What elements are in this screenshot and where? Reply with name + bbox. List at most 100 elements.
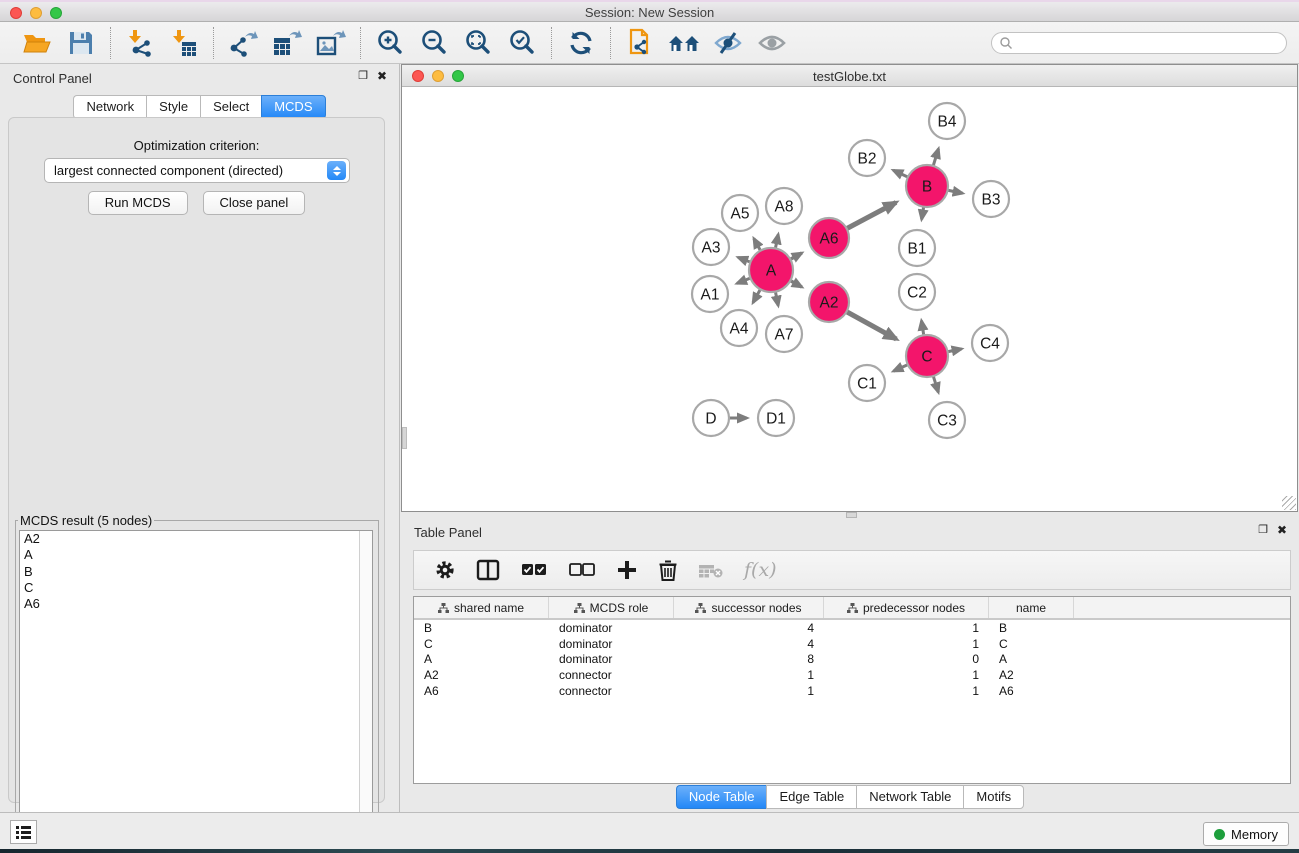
table-cell[interactable]: 4: [674, 621, 824, 635]
table-cell[interactable]: connector: [549, 668, 674, 682]
graph-node-A[interactable]: A: [749, 248, 793, 292]
table-header-row[interactable]: shared nameMCDS rolesuccessor nodesprede…: [414, 597, 1290, 620]
graph-node-A5[interactable]: A5: [722, 195, 758, 231]
zoom-out-button[interactable]: [415, 26, 453, 60]
table-row[interactable]: A6connector11A6: [414, 683, 1290, 699]
memory-button[interactable]: Memory: [1203, 822, 1289, 846]
table-cell[interactable]: dominator: [549, 652, 674, 666]
tab-style[interactable]: Style: [146, 95, 200, 119]
table-row[interactable]: Bdominator41B: [414, 620, 1290, 636]
column-header-successor-nodes[interactable]: successor nodes: [674, 597, 824, 618]
table-cell[interactable]: dominator: [549, 621, 674, 635]
network-canvas-area[interactable]: B4B2BB3A5A8A6B1A3AA1C2A2A4A7C4CC1DD1C3: [402, 87, 1297, 511]
table-cell[interactable]: 1: [824, 684, 989, 698]
function-builder-icon[interactable]: f(x): [744, 559, 777, 581]
table-cell[interactable]: C: [414, 637, 549, 651]
graph-node-D[interactable]: D: [693, 400, 729, 436]
close-panel-button[interactable]: Close panel: [203, 191, 306, 215]
table-cell[interactable]: C: [989, 637, 1074, 651]
network-left-scroll-handle[interactable]: [402, 427, 407, 449]
search-input[interactable]: [1013, 36, 1286, 50]
open-session-button[interactable]: [18, 26, 56, 60]
show-details-button[interactable]: [753, 26, 791, 60]
gear-icon[interactable]: [434, 559, 456, 581]
mcds-result-item[interactable]: A2: [20, 531, 372, 547]
table-close-panel-icon[interactable]: ✖: [1277, 524, 1287, 536]
network-resize-grip[interactable]: [1282, 496, 1296, 510]
tab-edge-table[interactable]: Edge Table: [766, 785, 856, 809]
graph-node-A2[interactable]: A2: [809, 282, 849, 322]
mcds-result-list[interactable]: A2ABCA6: [19, 530, 373, 848]
graph-node-B4[interactable]: B4: [929, 103, 965, 139]
tab-network[interactable]: Network: [73, 95, 146, 119]
mcds-list-scrollbar[interactable]: [359, 531, 372, 847]
hide-details-button[interactable]: [709, 26, 747, 60]
zoom-selected-button[interactable]: [503, 26, 541, 60]
export-table-button[interactable]: [268, 26, 306, 60]
import-network-button[interactable]: [121, 26, 159, 60]
table-cell[interactable]: 1: [824, 621, 989, 635]
first-neighbors-button[interactable]: [665, 26, 703, 60]
graph-node-A7[interactable]: A7: [766, 316, 802, 352]
graph-node-A4[interactable]: A4: [721, 310, 757, 346]
mcds-result-item[interactable]: A: [20, 547, 372, 563]
column-header-MCDS-role[interactable]: MCDS role: [549, 597, 674, 618]
column-header-name[interactable]: name: [989, 597, 1074, 618]
table-cell[interactable]: 8: [674, 652, 824, 666]
graph-node-D1[interactable]: D1: [758, 400, 794, 436]
delete-table-icon[interactable]: [698, 560, 724, 580]
task-history-button[interactable]: [10, 820, 37, 844]
tab-mcds[interactable]: MCDS: [261, 95, 325, 119]
table-cell[interactable]: A: [989, 652, 1074, 666]
float-panel-icon[interactable]: ❐: [358, 71, 368, 82]
table-cell[interactable]: 4: [674, 637, 824, 651]
table-cell[interactable]: 1: [674, 684, 824, 698]
table-cell[interactable]: A: [414, 652, 549, 666]
table-cell[interactable]: A2: [989, 668, 1074, 682]
graph-node-C2[interactable]: C2: [899, 274, 935, 310]
export-network-button[interactable]: [224, 26, 262, 60]
close-panel-icon[interactable]: ✖: [377, 70, 387, 82]
optimization-criterion-select[interactable]: largest connected component (directed): [44, 158, 350, 183]
select-all-icon[interactable]: [520, 560, 548, 580]
tab-network-table[interactable]: Network Table: [856, 785, 963, 809]
table-cell[interactable]: 1: [824, 668, 989, 682]
table-cell[interactable]: A2: [414, 668, 549, 682]
table-cell[interactable]: B: [414, 621, 549, 635]
graph-node-C3[interactable]: C3: [929, 402, 965, 438]
tab-node-table[interactable]: Node Table: [676, 785, 767, 809]
columns-icon[interactable]: [476, 559, 500, 581]
save-session-button[interactable]: [62, 26, 100, 60]
table-cell[interactable]: B: [989, 621, 1074, 635]
graph-node-C4[interactable]: C4: [972, 325, 1008, 361]
table-cell[interactable]: 0: [824, 652, 989, 666]
search-field[interactable]: [991, 32, 1287, 54]
refresh-button[interactable]: [562, 26, 600, 60]
table-cell[interactable]: A6: [989, 684, 1074, 698]
table-row[interactable]: A2connector11A2: [414, 667, 1290, 683]
tab-motifs[interactable]: Motifs: [963, 785, 1024, 809]
graph-node-A6[interactable]: A6: [809, 218, 849, 258]
graph-node-C[interactable]: C: [906, 335, 948, 377]
tab-select[interactable]: Select: [200, 95, 261, 119]
zoom-fit-button[interactable]: [459, 26, 497, 60]
table-cell[interactable]: A6: [414, 684, 549, 698]
mcds-result-item[interactable]: A6: [20, 596, 372, 612]
column-header-shared-name[interactable]: shared name: [414, 597, 549, 618]
graph-node-A8[interactable]: A8: [766, 188, 802, 224]
table-row[interactable]: Cdominator41C: [414, 636, 1290, 652]
delete-icon[interactable]: [658, 559, 678, 582]
network-window-titlebar[interactable]: testGlobe.txt: [402, 65, 1297, 87]
table-cell[interactable]: dominator: [549, 637, 674, 651]
network-canvas[interactable]: B4B2BB3A5A8A6B1A3AA1C2A2A4A7C4CC1DD1C3: [402, 87, 1297, 511]
table-cell[interactable]: 1: [674, 668, 824, 682]
graph-node-B1[interactable]: B1: [899, 230, 935, 266]
graph-node-B[interactable]: B: [906, 165, 948, 207]
table-cell[interactable]: 1: [824, 637, 989, 651]
new-network-from-selection-button[interactable]: [621, 26, 659, 60]
add-icon[interactable]: [616, 559, 638, 581]
graph-node-B2[interactable]: B2: [849, 140, 885, 176]
table-float-panel-icon[interactable]: ❐: [1258, 525, 1268, 536]
import-table-button[interactable]: [165, 26, 203, 60]
column-header-predecessor-nodes[interactable]: predecessor nodes: [824, 597, 989, 618]
